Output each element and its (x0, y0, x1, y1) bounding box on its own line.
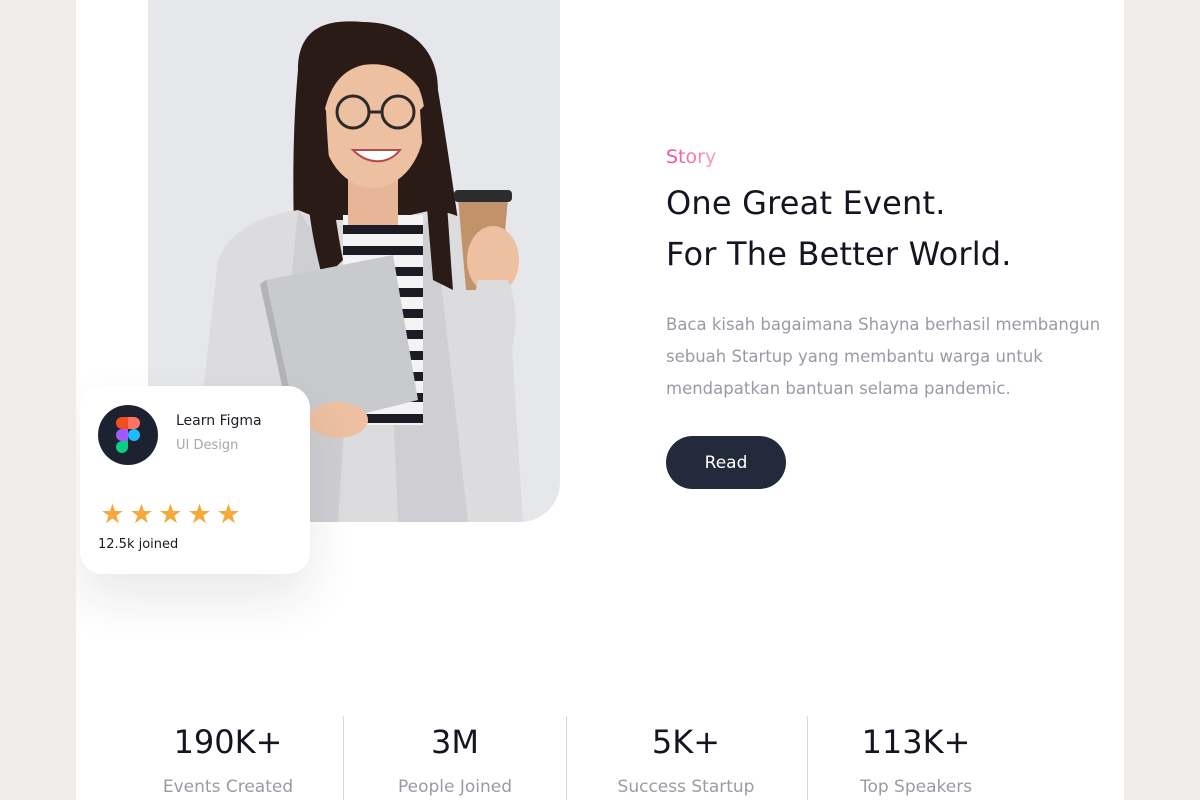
headline-line: For The Better World. (666, 235, 1012, 273)
rating-stars: ★ ★ ★ ★ ★ (100, 499, 241, 530)
star-icon: ★ (158, 499, 183, 530)
headline-line: One Great Event. (666, 184, 946, 222)
star-icon: ★ (129, 499, 154, 530)
stat-divider (807, 716, 808, 800)
stat-label: Events Created (162, 777, 294, 797)
stat-divider (343, 716, 344, 800)
description-line: Baca kisah bagaimana Shayna berhasil mem… (666, 315, 1101, 334)
course-card[interactable]: Learn Figma UI Design ★ ★ ★ ★ ★ 12.5k jo… (80, 386, 310, 574)
read-button[interactable]: Read (666, 436, 786, 489)
stat-value: 113K+ (861, 723, 971, 761)
star-icon: ★ (100, 499, 125, 530)
page-title: One Great Event. For The Better World. (666, 178, 1012, 280)
course-subtitle: UI Design (176, 438, 239, 453)
figma-logo-icon (98, 405, 158, 465)
joined-count: 12.5k joined (98, 537, 179, 552)
story-description: Baca kisah bagaimana Shayna berhasil mem… (666, 309, 1124, 405)
stat-value: 5K+ (651, 723, 721, 761)
stat-success-startup: 5K+ Success Startup (606, 718, 766, 797)
section-label: Story (666, 146, 717, 168)
stat-people-joined: 3M People Joined (375, 718, 535, 797)
stat-events-created: 190K+ Events Created (148, 718, 308, 797)
stat-top-speakers: 113K+ Top Speakers (836, 718, 996, 797)
course-title: Learn Figma (176, 413, 262, 429)
description-line: mendapatkan bantuan selama pandemic. (666, 379, 1011, 398)
stat-label: People Joined (397, 777, 513, 797)
star-icon: ★ (216, 499, 241, 530)
stat-value: 190K+ (173, 723, 283, 761)
stat-value: 3M (431, 723, 479, 761)
description-line: sebuah Startup yang membantu warga untuk (666, 347, 1043, 366)
star-icon: ★ (187, 499, 212, 530)
stat-label: Top Speakers (859, 777, 973, 797)
stat-divider (566, 716, 567, 800)
page-container: Learn Figma UI Design ★ ★ ★ ★ ★ 12.5k jo… (76, 0, 1124, 800)
stat-label: Success Startup (617, 777, 755, 797)
